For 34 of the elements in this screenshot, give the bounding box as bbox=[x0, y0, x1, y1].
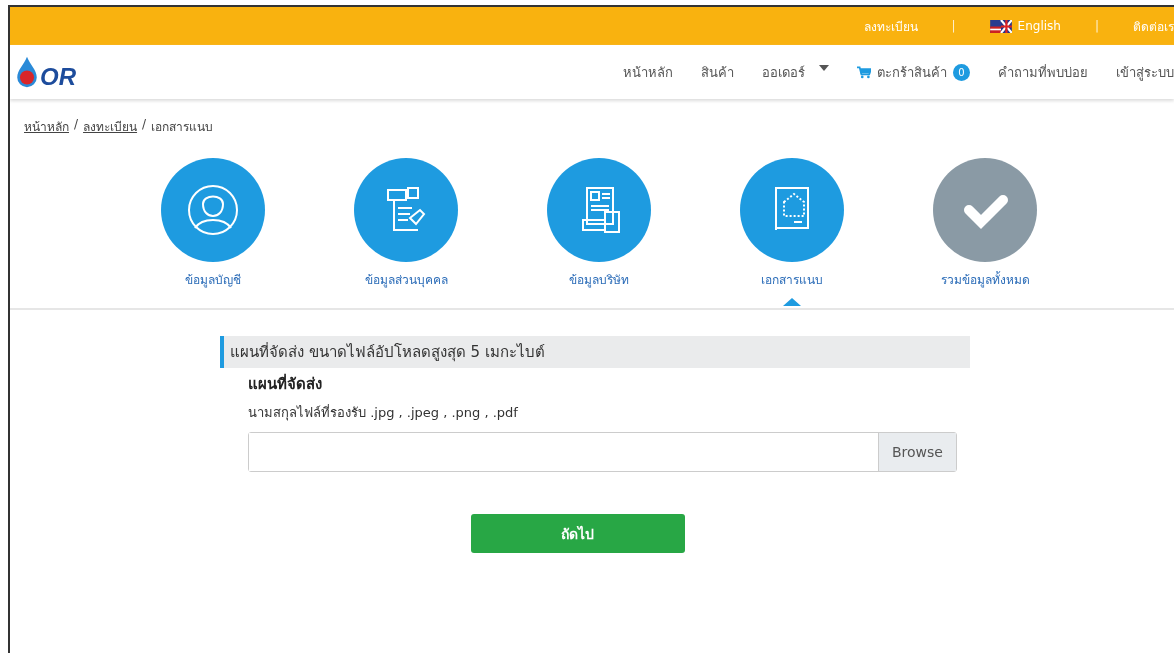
step-label: ข้อมูลบัญชี bbox=[185, 272, 241, 288]
calculator-step-icon[interactable] bbox=[547, 158, 651, 262]
step-label: เอกสารแนบ bbox=[761, 272, 823, 288]
step-label: ข้อมูลบริษัท bbox=[569, 272, 629, 288]
nav-link[interactable]: เข้าสู่ระบบ bbox=[1116, 61, 1174, 83]
nav-link[interactable]: คำถามที่พบบ่อย bbox=[998, 61, 1088, 83]
step-label: รวมข้อมูลทั้งหมด bbox=[940, 270, 1030, 288]
nav-link[interactable]: ออเดอร์ bbox=[762, 61, 829, 83]
breadcrumb-separator: / bbox=[142, 117, 147, 133]
blueprint-step-icon[interactable] bbox=[740, 158, 844, 262]
file-input-field[interactable]: Browse bbox=[248, 432, 957, 472]
logo[interactable]: OR bbox=[10, 55, 76, 89]
nav-link[interactable]: ตะกร้าสินค้า 0 bbox=[857, 61, 970, 83]
caret-icon bbox=[819, 65, 829, 71]
nav-link[interactable]: หน้าหลัก bbox=[623, 61, 673, 83]
file-type-hint: นามสกุลไฟล์ที่รองรับ .jpg , .jpeg , .png , .pdf bbox=[248, 403, 519, 423]
breadcrumb-link[interactable]: ลงทะเบียน bbox=[83, 117, 138, 136]
drop-logo-icon bbox=[14, 55, 40, 89]
separator: | bbox=[1094, 19, 1099, 33]
person-step-icon[interactable] bbox=[161, 158, 265, 262]
cart-icon bbox=[857, 65, 871, 79]
field-title: แผนที่จัดส่ง bbox=[248, 372, 323, 395]
check-step-icon[interactable] bbox=[933, 158, 1037, 262]
current-page-label: เอกสารแนบ bbox=[151, 119, 214, 136]
document-step-icon[interactable] bbox=[354, 158, 458, 262]
breadcrumb-link[interactable]: หน้าหลัก bbox=[24, 117, 69, 136]
step-label: ข้อมูลส่วนบุคคล bbox=[364, 272, 448, 288]
flag-icon bbox=[989, 19, 1012, 33]
separator: | bbox=[951, 19, 956, 33]
nav-link[interactable]: สินค้า bbox=[701, 61, 734, 83]
section-header: แผนที่จัดส่ง ขนาดไฟล์อัปโหลดสูงสุด 5 เมกะไบต์ bbox=[220, 336, 970, 368]
breadcrumb-separator: / bbox=[74, 117, 79, 133]
count-badge: 0 bbox=[953, 63, 970, 81]
browse-button[interactable]: Browse bbox=[878, 433, 956, 471]
